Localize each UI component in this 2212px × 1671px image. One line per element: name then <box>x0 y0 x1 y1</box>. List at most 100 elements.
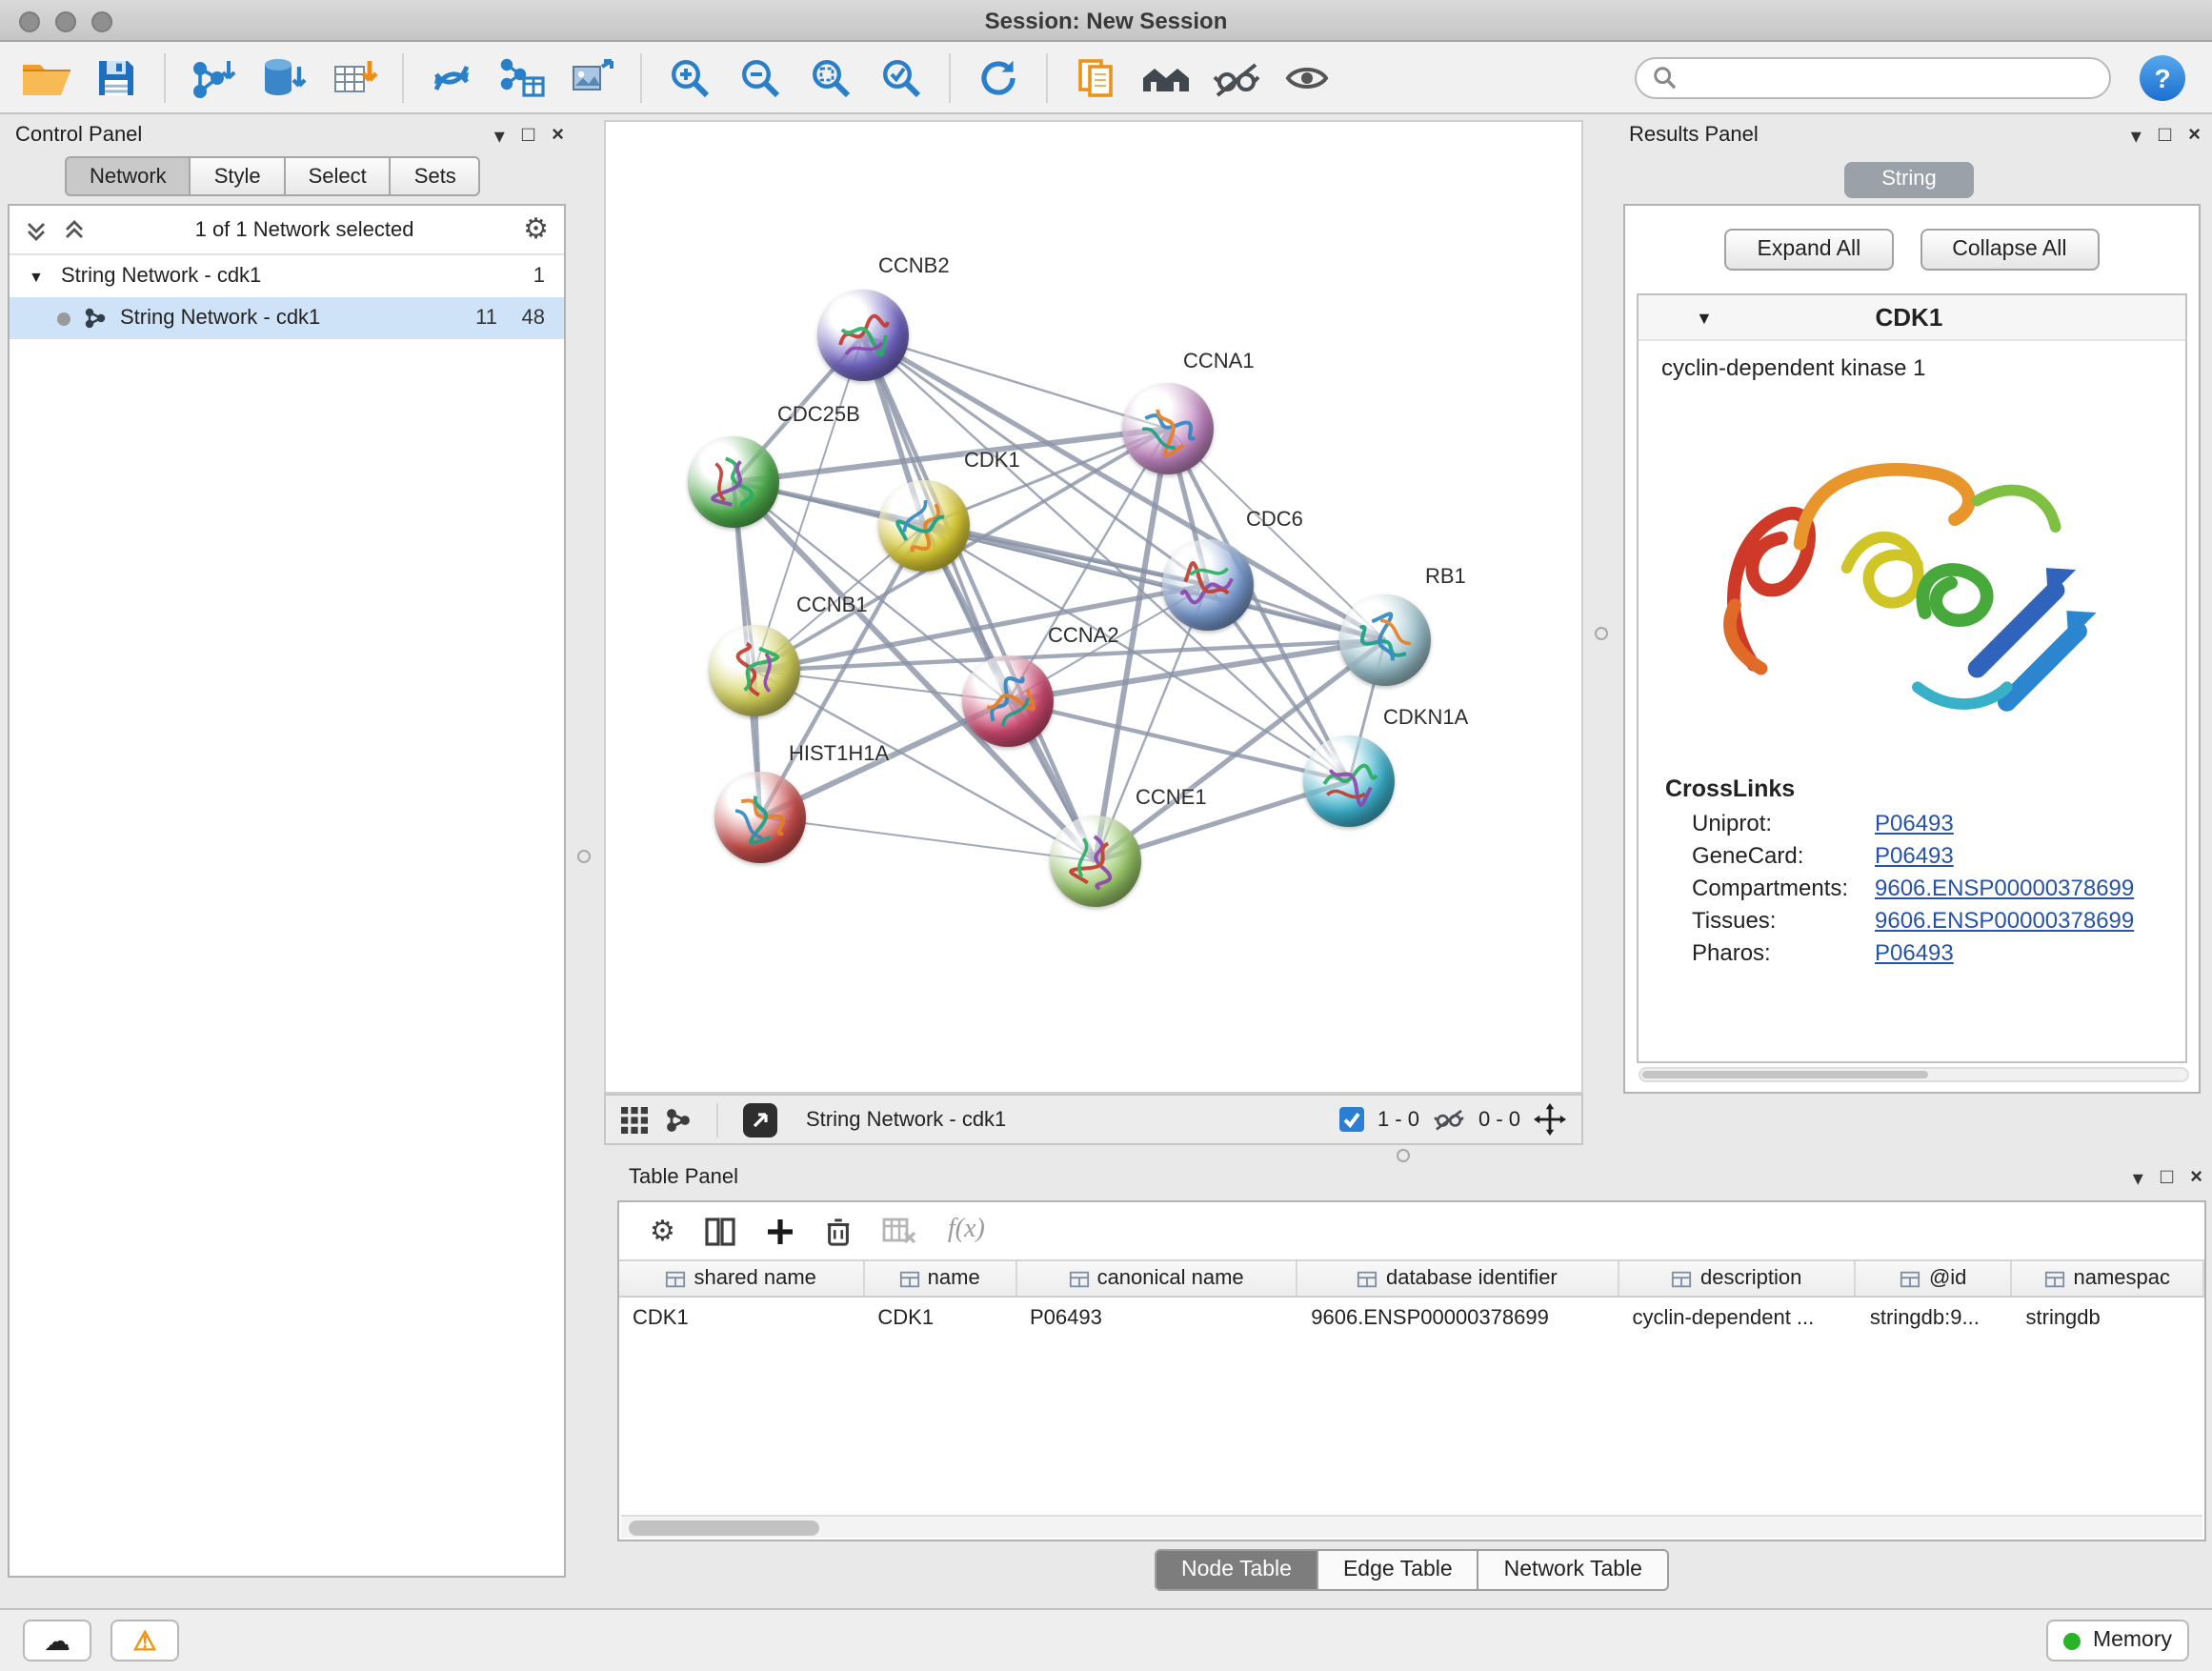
crosslink-link-genecard[interactable]: P06493 <box>1875 842 1954 869</box>
tab-style[interactable]: Style <box>191 156 286 196</box>
minimize-window-button[interactable] <box>55 11 76 32</box>
float-panel-icon[interactable]: □ <box>522 123 534 148</box>
cloud-button[interactable]: ☁ <box>23 1620 91 1661</box>
network-collection-row[interactable]: ▼ String Network - cdk1 1 <box>10 255 564 297</box>
close-panel-icon[interactable]: × <box>2190 1165 2202 1190</box>
warning-icon: ⚠ <box>132 1624 156 1657</box>
close-panel-icon[interactable]: × <box>2188 123 2201 148</box>
zoom-fit-button[interactable] <box>800 47 861 108</box>
collapse-all-icon[interactable] <box>25 218 48 241</box>
home-view-button[interactable] <box>1136 47 1196 108</box>
network-node-ccnb2[interactable] <box>817 290 909 381</box>
results-horizontal-scrollbar[interactable] <box>1639 1067 2189 1082</box>
delete-trash-icon[interactable] <box>826 1217 853 1245</box>
refresh-icon <box>975 54 1021 100</box>
network-share-icon[interactable] <box>665 1106 692 1133</box>
crosslinks-list: Uniprot:P06493GeneCard:P06493Compartment… <box>1639 810 2185 966</box>
column-header-description[interactable]: description <box>1619 1261 1856 1296</box>
show-columns-icon[interactable] <box>706 1217 736 1245</box>
left-splitter-handle[interactable] <box>577 850 591 863</box>
column-header-id[interactable]: @id <box>1857 1261 2013 1296</box>
zoom-selected-button[interactable] <box>871 47 932 108</box>
column-header-database-identifier[interactable]: database identifier <box>1297 1261 1619 1296</box>
column-header-shared-name[interactable]: shared name <box>619 1261 864 1296</box>
function-builder-icon[interactable]: f(x) <box>948 1216 985 1246</box>
network-node-ccna1[interactable] <box>1122 383 1214 474</box>
column-header-namespac[interactable]: namespac <box>2012 1261 2204 1296</box>
crosslink-link-uniprot[interactable]: P06493 <box>1875 810 1954 836</box>
column-header-canonical-name[interactable]: canonical name <box>1016 1261 1297 1296</box>
float-panel-icon[interactable]: □ <box>2161 1165 2173 1190</box>
network-node-hist1h1a[interactable] <box>714 772 806 863</box>
hide-glasses-button[interactable] <box>1206 47 1267 108</box>
network-node-cdc6[interactable] <box>1162 539 1254 631</box>
right-splitter-handle[interactable] <box>1595 627 1608 640</box>
expand-all-icon[interactable] <box>63 218 86 241</box>
network-node-ccnb1[interactable] <box>709 625 800 716</box>
table-cell: CDK1 <box>864 1299 1016 1338</box>
tab-network-table[interactable]: Network Table <box>1479 1549 1669 1591</box>
grid-view-icon[interactable] <box>621 1106 648 1133</box>
network-node-ccne1[interactable] <box>1050 815 1141 907</box>
save-session-button[interactable] <box>86 47 147 108</box>
network-node-cdc25b[interactable] <box>688 436 779 528</box>
zoom-out-button[interactable] <box>730 47 791 108</box>
import-network-database-button[interactable] <box>253 47 314 108</box>
collapse-all-button[interactable]: Collapse All <box>1920 229 2099 271</box>
table-settings-gear-icon[interactable]: ⚙ <box>650 1217 675 1245</box>
tab-string[interactable]: String <box>1844 162 1974 198</box>
zoom-window-button[interactable] <box>91 11 112 32</box>
bottom-splitter-handle[interactable] <box>1397 1149 1410 1162</box>
collapse-panel-icon[interactable]: ▾ <box>2131 123 2142 148</box>
copy-document-button[interactable] <box>1065 47 1126 108</box>
network-node-rb1[interactable] <box>1339 594 1431 686</box>
tab-select[interactable]: Select <box>286 156 392 196</box>
selected-checkbox-icon[interactable] <box>1339 1107 1364 1132</box>
close-panel-icon[interactable]: × <box>552 123 564 148</box>
protein-card-header[interactable]: ▼ CDK1 <box>1639 295 2185 341</box>
collapse-panel-icon[interactable]: ▾ <box>494 123 505 148</box>
add-column-plus-icon[interactable] <box>767 1217 795 1245</box>
node-label-cdkn1a: CDKN1A <box>1383 707 1468 730</box>
tab-node-table[interactable]: Node Table <box>1155 1549 1318 1591</box>
import-network-file-button[interactable] <box>183 47 244 108</box>
network-node-cdkn1a[interactable] <box>1303 735 1395 827</box>
tab-sets[interactable]: Sets <box>392 156 481 196</box>
network-row[interactable]: String Network - cdk1 11 48 <box>10 297 564 339</box>
tree-caret-icon[interactable]: ▼ <box>29 268 48 285</box>
warnings-button[interactable]: ⚠ <box>111 1620 179 1661</box>
crosslink-link-pharos[interactable]: P06493 <box>1875 939 1954 966</box>
close-window-button[interactable] <box>19 11 40 32</box>
import-table-button[interactable] <box>324 47 385 108</box>
network-node-cdk1[interactable] <box>878 480 970 572</box>
gear-icon[interactable]: ⚙ <box>523 215 549 244</box>
crosslink-link-tissues[interactable]: 9606.ENSP00000378699 <box>1875 907 2134 934</box>
detach-view-button[interactable] <box>743 1102 777 1137</box>
show-eye-button[interactable] <box>1277 47 1337 108</box>
table-toolbar: ⚙ f(x) <box>619 1202 2204 1259</box>
network-canvas[interactable]: CCNB2CCNA1CDC25BCDK1CDC6RB1CCNB1CCNA2CDK… <box>604 120 1583 1094</box>
expand-all-button[interactable]: Expand All <box>1725 229 1894 271</box>
collapse-panel-icon[interactable]: ▾ <box>2133 1165 2143 1190</box>
open-session-button[interactable] <box>15 47 76 108</box>
crosslink-link-compartments[interactable]: 9606.ENSP00000378699 <box>1875 875 2134 901</box>
memory-button[interactable]: Memory <box>2047 1620 2189 1661</box>
move-crosshair-icon[interactable] <box>1534 1103 1566 1136</box>
help-button[interactable]: ? <box>2140 54 2185 100</box>
float-panel-icon[interactable]: □ <box>2159 123 2171 148</box>
search-input[interactable] <box>1688 66 2094 89</box>
tab-network[interactable]: Network <box>65 156 191 196</box>
column-header-name[interactable]: name <box>864 1261 1016 1296</box>
refresh-view-button[interactable] <box>968 47 1029 108</box>
new-network-from-selection-button[interactable] <box>421 47 482 108</box>
clone-network-button[interactable] <box>492 47 553 108</box>
table-row[interactable]: CDK1CDK1P064939606.ENSP00000378699cyclin… <box>619 1299 2204 1338</box>
hidden-glasses-icon[interactable] <box>1433 1107 1465 1132</box>
network-node-ccna2[interactable] <box>962 655 1054 747</box>
selected-count: 1 - 0 <box>1377 1108 1419 1131</box>
export-image-button[interactable] <box>562 47 623 108</box>
collapse-caret-icon[interactable]: ▼ <box>1696 308 1713 327</box>
table-horizontal-scrollbar[interactable] <box>621 1515 2202 1538</box>
zoom-in-button[interactable] <box>659 47 720 108</box>
tab-edge-table[interactable]: Edge Table <box>1318 1549 1479 1591</box>
